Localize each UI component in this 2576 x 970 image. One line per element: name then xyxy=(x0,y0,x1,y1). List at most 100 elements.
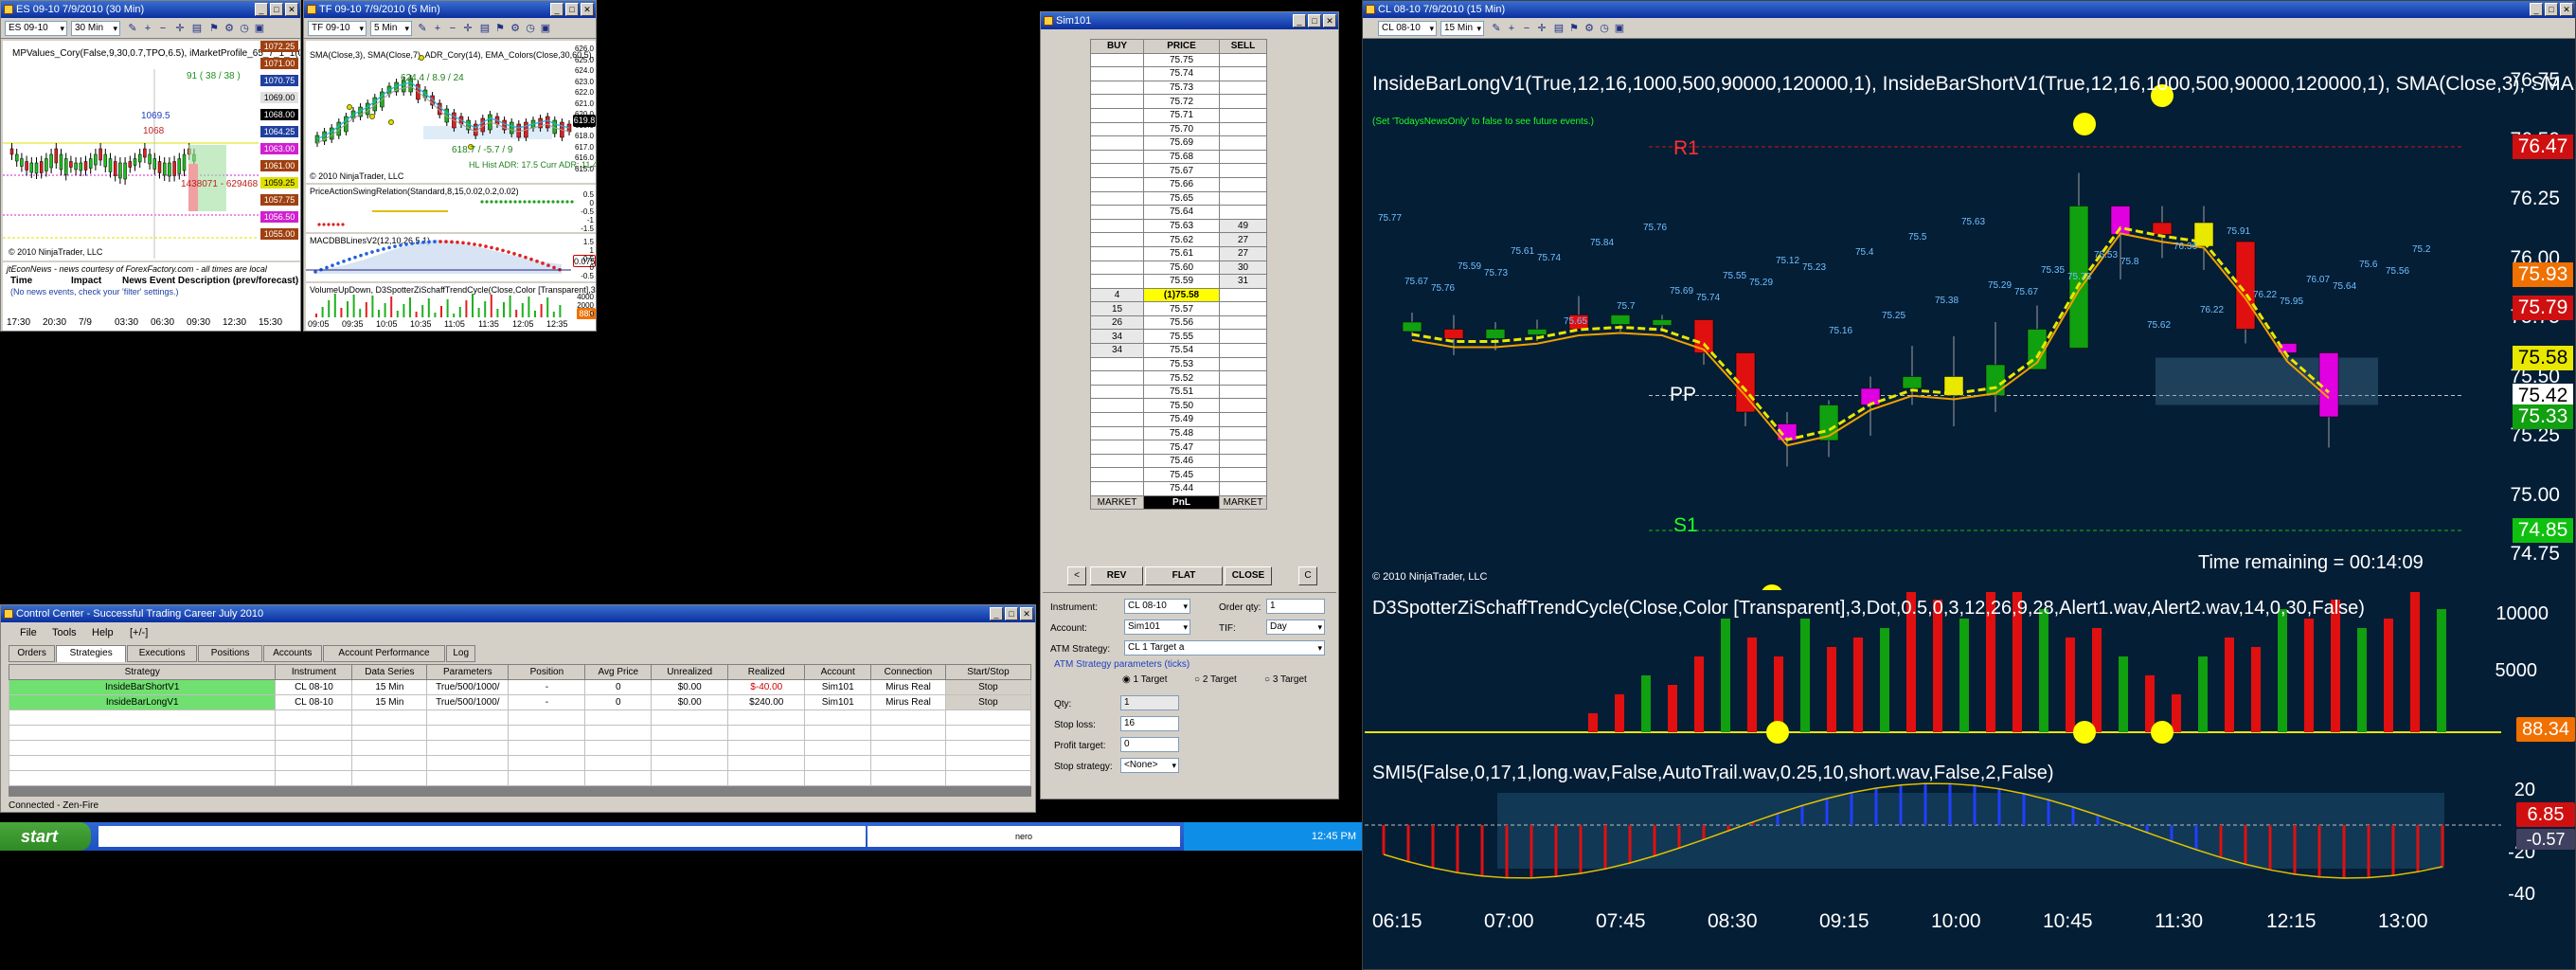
sell-cell[interactable] xyxy=(1219,370,1267,386)
sell-cell[interactable]: 27 xyxy=(1219,232,1267,247)
dom-center-button[interactable]: C xyxy=(1298,566,1317,585)
es-title-bar[interactable]: ES 09-10 7/9/2010 (30 Min) _ □ ✕ xyxy=(1,1,300,18)
tf-price-panel[interactable]: SMA(Close,3), SMA(Close,7), ADR_Cory(14)… xyxy=(306,41,596,183)
sell-cell[interactable] xyxy=(1219,314,1267,331)
column-header[interactable]: Connection xyxy=(870,664,946,680)
column-header[interactable]: Account xyxy=(804,664,872,680)
buy-cell[interactable] xyxy=(1090,425,1144,441)
strategy-row[interactable]: InsideBarLongV1 CL 08-10 15 Min True/500/10… xyxy=(8,694,1032,710)
sell-cell[interactable] xyxy=(1219,384,1267,400)
atm-strategy-select[interactable]: CL 1 Target a xyxy=(1124,640,1325,656)
buy-cell[interactable] xyxy=(1090,52,1144,68)
one-target-radio[interactable]: ◉ 1 Target xyxy=(1122,674,1167,685)
column-header[interactable]: Start/Stop xyxy=(944,664,1032,680)
maximize-button[interactable]: □ xyxy=(1005,607,1018,620)
column-header[interactable]: Strategy xyxy=(8,664,277,680)
clock-icon[interactable]: ◷ xyxy=(1598,22,1611,35)
instrument-select[interactable]: CL 08-10 xyxy=(1124,599,1190,614)
clock-icon[interactable]: ◷ xyxy=(524,22,537,35)
properties-icon[interactable]: ▤ xyxy=(190,22,204,35)
column-header[interactable]: Data Series xyxy=(351,664,428,680)
sell-cell[interactable] xyxy=(1219,453,1267,469)
stop-strategy-button[interactable]: Stop xyxy=(944,679,1032,695)
buy-cell[interactable] xyxy=(1090,412,1144,427)
tab-strategies[interactable]: Strategies xyxy=(56,645,127,662)
indicator-icon[interactable]: ⚑ xyxy=(207,22,221,35)
column-header[interactable]: Realized xyxy=(727,664,806,680)
buy-cell[interactable]: 34 xyxy=(1090,343,1144,358)
zoom-out-icon[interactable]: − xyxy=(1520,22,1533,35)
zoom-out-icon[interactable]: − xyxy=(156,22,170,35)
menu-help[interactable]: Help xyxy=(92,627,114,638)
instrument-select[interactable]: ES 09-10 xyxy=(5,21,67,36)
buy-cell[interactable] xyxy=(1090,232,1144,247)
sell-cell[interactable] xyxy=(1219,149,1267,165)
zoom-out-icon[interactable]: − xyxy=(446,22,459,35)
minimize-button[interactable]: _ xyxy=(255,3,268,16)
buy-cell[interactable] xyxy=(1090,190,1144,207)
pencil-icon[interactable]: ✎ xyxy=(416,22,429,35)
maximize-button[interactable]: □ xyxy=(2545,3,2558,16)
stop-strategy-button[interactable]: Stop xyxy=(944,694,1032,710)
indicator-icon[interactable]: ⚑ xyxy=(493,22,507,35)
sell-cell[interactable] xyxy=(1219,176,1267,192)
indicator-icon[interactable]: ⚑ xyxy=(1567,22,1581,35)
tf-chart-window[interactable]: TF 09-10 7/9/2010 (5 Min) _ □ ✕ TF 09-10… xyxy=(303,0,597,332)
clock[interactable]: 12:45 PM xyxy=(1312,831,1356,842)
sell-cell[interactable] xyxy=(1219,412,1267,427)
buy-cell[interactable] xyxy=(1090,176,1144,192)
column-header[interactable]: Instrument xyxy=(275,664,353,680)
buy-cell[interactable]: 34 xyxy=(1090,329,1144,345)
sell-cell[interactable] xyxy=(1219,343,1267,358)
menu-file[interactable]: File xyxy=(20,627,37,638)
tf-title-bar[interactable]: TF 09-10 7/9/2010 (5 Min) _ □ ✕ xyxy=(304,1,596,18)
sell-market-button[interactable]: MARKET xyxy=(1219,494,1267,511)
account-select[interactable]: Sim101 xyxy=(1124,620,1190,635)
strategy-icon[interactable]: ⚙ xyxy=(1583,22,1596,35)
buy-cell[interactable] xyxy=(1090,121,1144,137)
three-target-radio[interactable]: ○ 3 Target xyxy=(1264,674,1307,685)
sell-cell[interactable] xyxy=(1219,66,1267,81)
tab-executions[interactable]: Executions xyxy=(127,645,198,662)
interval-select[interactable]: 5 Min xyxy=(370,21,412,36)
sell-cell[interactable] xyxy=(1219,425,1267,441)
profit-target-input[interactable]: 0 xyxy=(1120,737,1179,752)
two-target-radio[interactable]: ○ 2 Target xyxy=(1194,674,1237,685)
zoom-in-icon[interactable]: + xyxy=(1505,22,1518,35)
sell-cell[interactable] xyxy=(1219,481,1267,496)
superdom-window[interactable]: Sim101 _ □ ✕ BUY PRICE SELL 75.75 75.74 75… xyxy=(1040,11,1339,799)
sell-cell[interactable] xyxy=(1219,398,1267,414)
dom-left-button[interactable]: < xyxy=(1067,566,1086,585)
crosshair-icon[interactable]: ✛ xyxy=(1535,22,1548,35)
sell-cell[interactable] xyxy=(1219,94,1267,109)
minimize-button[interactable]: _ xyxy=(2530,3,2543,16)
start-button[interactable]: start xyxy=(0,822,91,851)
es-chart-window[interactable]: ES 09-10 7/9/2010 (30 Min) _ □ ✕ ES 09-1… xyxy=(0,0,301,332)
stop-strategy-select[interactable]: <None> xyxy=(1120,758,1179,773)
close-button[interactable]: ✕ xyxy=(1323,14,1336,27)
sell-cell[interactable] xyxy=(1219,163,1267,178)
buy-cell[interactable] xyxy=(1090,107,1144,123)
menu-tools[interactable]: Tools xyxy=(52,627,77,638)
pencil-icon[interactable]: ✎ xyxy=(126,22,139,35)
cl-title-bar[interactable]: CL 08-10 7/9/2010 (15 Min) _ □ ✕ xyxy=(1363,1,2575,18)
qty-input[interactable]: 1 xyxy=(1120,695,1179,710)
minimize-button[interactable]: _ xyxy=(990,607,1003,620)
zoom-in-icon[interactable]: + xyxy=(141,22,154,35)
data-box-icon[interactable]: ▣ xyxy=(539,22,552,35)
sell-cell[interactable] xyxy=(1219,190,1267,207)
cl-price-panel[interactable]: 75.77 75.67 75.76 75.59 75.73 75.61 75.74 75.65… xyxy=(1365,41,2575,590)
close-button[interactable]: ✕ xyxy=(1020,607,1033,620)
pencil-icon[interactable]: ✎ xyxy=(1490,22,1503,35)
column-header[interactable]: Avg Price xyxy=(584,664,653,680)
buy-cell[interactable]: 4 xyxy=(1090,287,1144,303)
buy-market-button[interactable]: MARKET xyxy=(1090,494,1144,511)
close-button[interactable]: ✕ xyxy=(581,3,594,16)
dom-title-bar[interactable]: Sim101 _ □ ✕ xyxy=(1041,12,1338,29)
tab-log[interactable]: Log xyxy=(446,645,475,662)
interval-select[interactable]: 15 Min xyxy=(1440,21,1484,36)
buy-cell[interactable] xyxy=(1090,260,1144,276)
buy-cell[interactable] xyxy=(1090,398,1144,414)
minimize-button[interactable]: _ xyxy=(1293,14,1306,27)
tif-select[interactable]: Day xyxy=(1266,620,1325,635)
